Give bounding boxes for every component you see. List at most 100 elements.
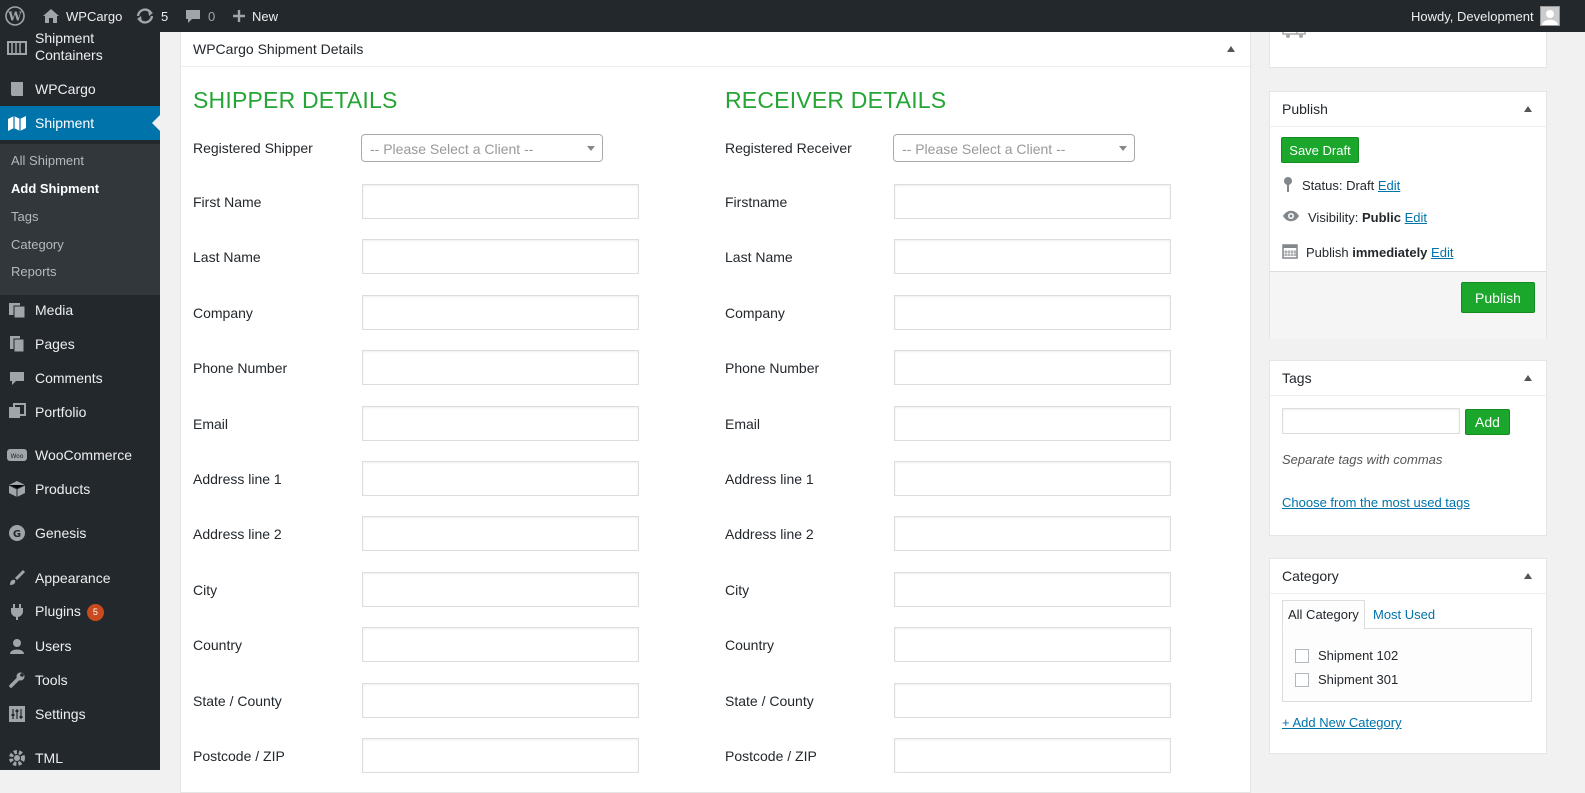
category-checkbox[interactable] bbox=[1295, 649, 1309, 663]
site-name-link[interactable]: WPCargo bbox=[42, 0, 122, 32]
edit-publish-time-link[interactable]: Edit bbox=[1431, 245, 1453, 260]
my-account-link[interactable]: Howdy, Development bbox=[1411, 0, 1560, 32]
menu-item-plugins[interactable]: Plugins 5 bbox=[0, 595, 160, 629]
menu-label: Shipment Containers bbox=[35, 32, 103, 63]
shipper-field-input[interactable] bbox=[362, 184, 639, 219]
category-checkbox[interactable] bbox=[1295, 673, 1309, 687]
receiver-field-input[interactable] bbox=[894, 405, 1171, 441]
collapse-arrow-icon[interactable] bbox=[1524, 106, 1532, 112]
shipper-field-input[interactable] bbox=[362, 571, 639, 607]
shipper-field-input[interactable] bbox=[362, 294, 639, 330]
menu-item-settings[interactable]: Settings bbox=[0, 697, 160, 731]
receiver-field-input[interactable] bbox=[894, 239, 1171, 275]
receiver-field-input[interactable] bbox=[894, 461, 1171, 496]
menu-item-appearance[interactable]: Appearance bbox=[0, 561, 160, 595]
edit-status-link[interactable]: Edit bbox=[1378, 178, 1400, 193]
shipper-field-input[interactable] bbox=[362, 627, 639, 663]
wordpress-logo-icon[interactable]: W bbox=[5, 0, 25, 32]
choose-most-used-tags-link[interactable]: Choose from the most used tags bbox=[1282, 495, 1470, 510]
registered-shipper-select[interactable]: -- Please Select a Client -- bbox=[361, 134, 603, 162]
svg-text:Woo: Woo bbox=[11, 453, 24, 460]
new-tag-input[interactable] bbox=[1282, 408, 1460, 434]
menu-item-shipment[interactable]: Shipment bbox=[0, 106, 160, 140]
add-new-category-link[interactable]: + Add New Category bbox=[1282, 715, 1402, 730]
menu-item-pages[interactable]: Pages bbox=[0, 327, 160, 361]
submenu-reports[interactable]: Reports bbox=[11, 264, 57, 279]
shipper-field-input[interactable] bbox=[362, 239, 639, 275]
tags-box: Tags Add Separate tags with commas Choos… bbox=[1269, 360, 1547, 536]
category-item-label: Shipment 301 bbox=[1318, 672, 1399, 687]
registered-receiver-label: Registered Receiver bbox=[725, 140, 852, 156]
submenu-all-shipment[interactable]: All Shipment bbox=[11, 153, 84, 168]
shipper-field-input[interactable] bbox=[362, 405, 639, 441]
tab-all-category[interactable]: All Category bbox=[1282, 600, 1365, 630]
woo-icon: Woo bbox=[7, 445, 27, 465]
menu-item-shipment-containers[interactable]: Shipment Containers bbox=[0, 32, 160, 66]
collapse-arrow-icon[interactable] bbox=[1227, 46, 1235, 52]
comments-link[interactable]: 0 bbox=[184, 0, 215, 32]
publish-title: Publish bbox=[1282, 101, 1328, 117]
menu-label: TML bbox=[35, 750, 63, 766]
receiver-field-input[interactable] bbox=[894, 184, 1171, 219]
collapse-arrow-icon[interactable] bbox=[1524, 375, 1532, 381]
shipper-field-input[interactable] bbox=[362, 682, 639, 718]
save-draft-button[interactable]: Save Draft bbox=[1281, 137, 1359, 163]
menu-item-tools[interactable]: Tools bbox=[0, 663, 160, 697]
visibility-value: Public bbox=[1361, 210, 1401, 225]
tags-hint: Separate tags with commas bbox=[1282, 452, 1443, 467]
menu-item-genesis[interactable]: G Genesis bbox=[0, 516, 160, 550]
select-placeholder: -- Please Select a Client -- bbox=[902, 141, 1066, 157]
add-tag-button[interactable]: Add bbox=[1465, 409, 1510, 435]
submenu-add-shipment[interactable]: Add Shipment bbox=[11, 181, 99, 196]
shipper-field-label: Address line 2 bbox=[193, 526, 282, 543]
menu-item-comments[interactable]: Comments bbox=[0, 361, 160, 395]
receiver-field-input[interactable] bbox=[894, 738, 1171, 773]
settings-icon bbox=[7, 704, 27, 724]
tags-header[interactable]: Tags bbox=[1270, 361, 1546, 396]
receiver-field-label: City bbox=[725, 581, 750, 598]
collapse-arrow-icon[interactable] bbox=[1524, 573, 1532, 579]
updates-link[interactable]: 5 bbox=[135, 0, 168, 32]
menu-label: Users bbox=[35, 638, 72, 654]
submenu-tags[interactable]: Tags bbox=[11, 209, 38, 224]
shipper-field-input[interactable] bbox=[362, 350, 639, 386]
eye-icon bbox=[1282, 210, 1300, 225]
registered-receiver-select[interactable]: -- Please Select a Client -- bbox=[893, 134, 1135, 162]
menu-item-wpcargo[interactable]: WPCargo bbox=[0, 72, 160, 106]
menu-label: WooCommerce bbox=[35, 447, 132, 463]
receiver-field-input[interactable] bbox=[894, 682, 1171, 718]
menu-item-media[interactable]: Media bbox=[0, 293, 160, 327]
shipper-field-label: State / County bbox=[193, 692, 282, 709]
edit-visibility-link[interactable]: Edit bbox=[1405, 210, 1427, 225]
receiver-field-input[interactable] bbox=[894, 294, 1171, 330]
publish-time-value: immediately bbox=[1352, 245, 1428, 260]
menu-item-portfolio[interactable]: Portfolio bbox=[0, 395, 160, 429]
new-label: New bbox=[252, 8, 279, 24]
submenu-category[interactable]: Category bbox=[11, 237, 64, 252]
new-content-link[interactable]: New bbox=[232, 0, 278, 32]
shipper-field-label: Postcode / ZIP bbox=[193, 748, 285, 764]
tab-most-used[interactable]: Most Used bbox=[1373, 607, 1435, 622]
receiver-field-input[interactable] bbox=[894, 350, 1171, 386]
publish-button[interactable]: Publish bbox=[1461, 282, 1535, 313]
receiver-field-input[interactable] bbox=[894, 627, 1171, 663]
pin-icon bbox=[1282, 176, 1294, 195]
shipper-field-input[interactable] bbox=[362, 461, 639, 496]
box-header[interactable]: WPCargo Shipment Details bbox=[181, 32, 1250, 67]
pages-icon bbox=[7, 334, 27, 354]
wrench-icon bbox=[7, 670, 27, 690]
menu-item-tml[interactable]: TML bbox=[0, 741, 160, 770]
menu-label: WPCargo bbox=[35, 81, 96, 97]
shipper-field-input[interactable] bbox=[362, 738, 639, 773]
category-header[interactable]: Category bbox=[1270, 559, 1546, 594]
plugins-update-badge: 5 bbox=[86, 603, 104, 621]
publish-header[interactable]: Publish bbox=[1270, 92, 1546, 127]
menu-item-users[interactable]: Users bbox=[0, 629, 160, 663]
menu-item-woocommerce[interactable]: Woo WooCommerce bbox=[0, 438, 160, 472]
shipper-field-input[interactable] bbox=[362, 516, 639, 552]
registered-shipper-label: Registered Shipper bbox=[193, 140, 313, 156]
receiver-field-input[interactable] bbox=[894, 571, 1171, 607]
shipper-field-label: Last Name bbox=[193, 249, 261, 266]
menu-item-products[interactable]: Products bbox=[0, 472, 160, 506]
receiver-field-input[interactable] bbox=[894, 516, 1171, 552]
